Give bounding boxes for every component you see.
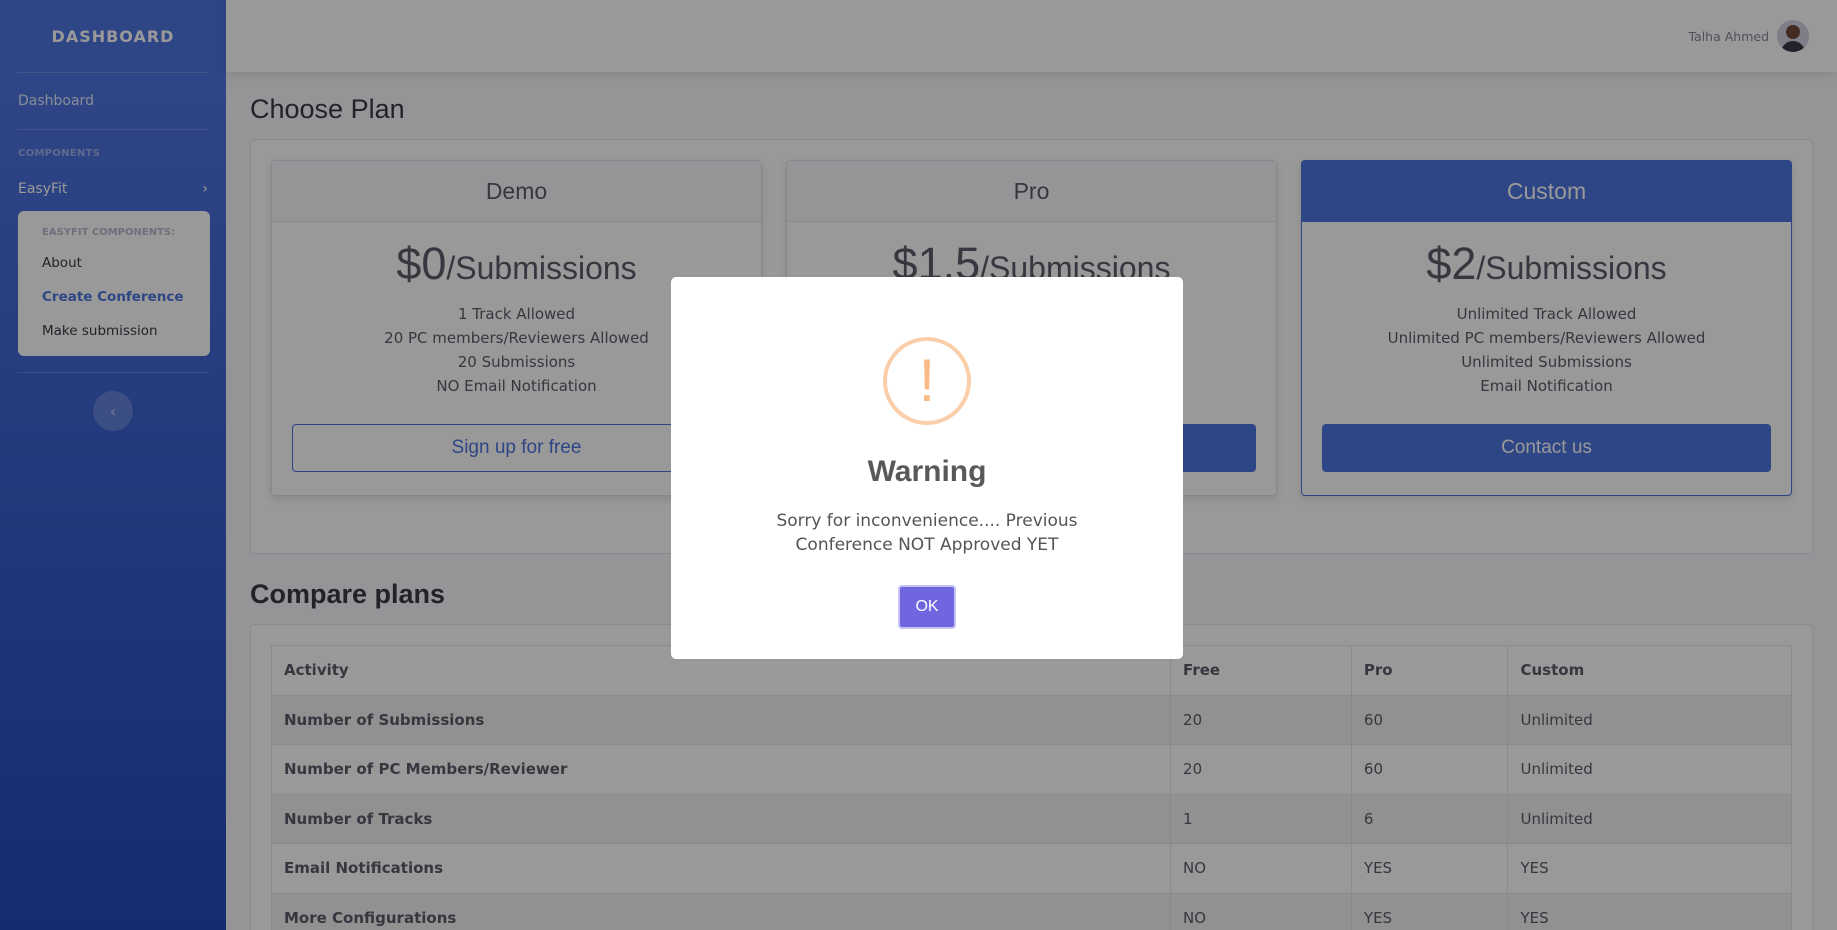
dialog-title: Warning [867,455,987,488]
ok-button[interactable]: OK [898,585,956,629]
warning-dialog: ! Warning Sorry for inconvenience.... Pr… [671,277,1183,659]
dialog-message: Sorry for inconvenience.... Previous Con… [776,511,1078,555]
modal-backdrop[interactable]: ! Warning Sorry for inconvenience.... Pr… [0,0,1837,930]
exclamation-icon: ! [883,337,971,425]
